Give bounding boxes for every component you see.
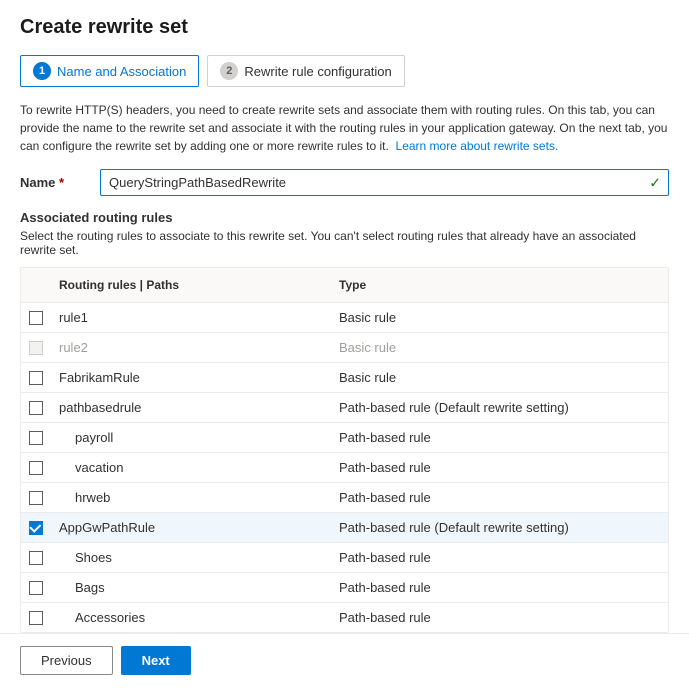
row2-type: Basic rule (331, 333, 668, 362)
table-row: pathbasedrule Path-based rule (Default r… (21, 393, 668, 423)
valid-check-icon: ✓ (649, 174, 661, 191)
row9-type: Path-based rule (331, 543, 668, 572)
row10-name: Bags (51, 573, 331, 602)
row2-name: rule2 (51, 333, 331, 362)
name-label: Name * (20, 175, 100, 190)
row6-checkbox[interactable] (29, 461, 43, 475)
checkbox-cell (21, 544, 51, 572)
checkbox-cell (21, 364, 51, 392)
row11-checkbox[interactable] (29, 611, 43, 625)
routing-rules-table: Routing rules | Paths Type rule1 Basic r… (20, 267, 669, 633)
checkbox-cell (21, 604, 51, 632)
row7-checkbox[interactable] (29, 491, 43, 505)
table-row: AppGwPathRule Path-based rule (Default r… (21, 513, 668, 543)
row3-checkbox[interactable] (29, 371, 43, 385)
row4-type: Path-based rule (Default rewrite setting… (331, 393, 668, 422)
row11-type: Path-based rule (331, 603, 668, 632)
row8-name: AppGwPathRule (51, 513, 331, 542)
table-row: Accessories Path-based rule (21, 603, 668, 632)
row6-name: vacation (51, 453, 331, 482)
table-row: FabrikamRule Basic rule (21, 363, 668, 393)
checkbox-cell (21, 424, 51, 452)
row1-name: rule1 (51, 303, 331, 332)
row1-type: Basic rule (331, 303, 668, 332)
checkbox-cell (21, 304, 51, 332)
required-indicator: * (59, 175, 64, 190)
row10-type: Path-based rule (331, 573, 668, 602)
row8-checkbox[interactable] (29, 521, 43, 535)
checkbox-cell (21, 334, 51, 362)
row10-checkbox[interactable] (29, 581, 43, 595)
tabs-row: 1 Name and Association 2 Rewrite rule co… (20, 55, 669, 87)
next-button[interactable]: Next (121, 646, 191, 675)
row7-type: Path-based rule (331, 483, 668, 512)
learn-more-link[interactable]: Learn more about rewrite sets. (396, 139, 559, 153)
tab-rewrite-rule[interactable]: 2 Rewrite rule configuration (207, 55, 404, 87)
tab2-number: 2 (220, 62, 238, 80)
name-form-row: Name * ✓ (20, 169, 669, 196)
footer: Previous Next (0, 633, 689, 687)
description-text: To rewrite HTTP(S) headers, you need to … (20, 101, 669, 155)
checkbox-cell (21, 574, 51, 602)
col-checkbox (21, 274, 51, 296)
row6-type: Path-based rule (331, 453, 668, 482)
name-input[interactable] (100, 169, 669, 196)
table-row: vacation Path-based rule (21, 453, 668, 483)
row1-checkbox[interactable] (29, 311, 43, 325)
row3-type: Basic rule (331, 363, 668, 392)
checkbox-cell (21, 484, 51, 512)
table-header: Routing rules | Paths Type (21, 268, 668, 303)
row5-type: Path-based rule (331, 423, 668, 452)
col-name: Routing rules | Paths (51, 274, 331, 296)
col-type: Type (331, 274, 668, 296)
row3-name: FabrikamRule (51, 363, 331, 392)
row4-name: pathbasedrule (51, 393, 331, 422)
tab-name-association[interactable]: 1 Name and Association (20, 55, 199, 87)
table-row: rule1 Basic rule (21, 303, 668, 333)
routing-section-title: Associated routing rules (20, 210, 669, 225)
row2-checkbox (29, 341, 43, 355)
row5-name: payroll (51, 423, 331, 452)
checkbox-cell (21, 394, 51, 422)
tab1-label: Name and Association (57, 64, 186, 79)
row9-checkbox[interactable] (29, 551, 43, 565)
table-row: Bags Path-based rule (21, 573, 668, 603)
routing-section-desc: Select the routing rules to associate to… (20, 229, 669, 257)
row4-checkbox[interactable] (29, 401, 43, 415)
row7-name: hrweb (51, 483, 331, 512)
previous-button[interactable]: Previous (20, 646, 113, 675)
table-row: payroll Path-based rule (21, 423, 668, 453)
row9-name: Shoes (51, 543, 331, 572)
table-row: Shoes Path-based rule (21, 543, 668, 573)
page-title: Create rewrite set (20, 16, 669, 39)
row8-type: Path-based rule (Default rewrite setting… (331, 513, 668, 542)
tab2-label: Rewrite rule configuration (244, 64, 391, 79)
checkbox-cell (21, 514, 51, 542)
checkbox-cell (21, 454, 51, 482)
name-input-wrapper: ✓ (100, 169, 669, 196)
row11-name: Accessories (51, 603, 331, 632)
row5-checkbox[interactable] (29, 431, 43, 445)
table-row: hrweb Path-based rule (21, 483, 668, 513)
table-row: rule2 Basic rule (21, 333, 668, 363)
tab1-number: 1 (33, 62, 51, 80)
